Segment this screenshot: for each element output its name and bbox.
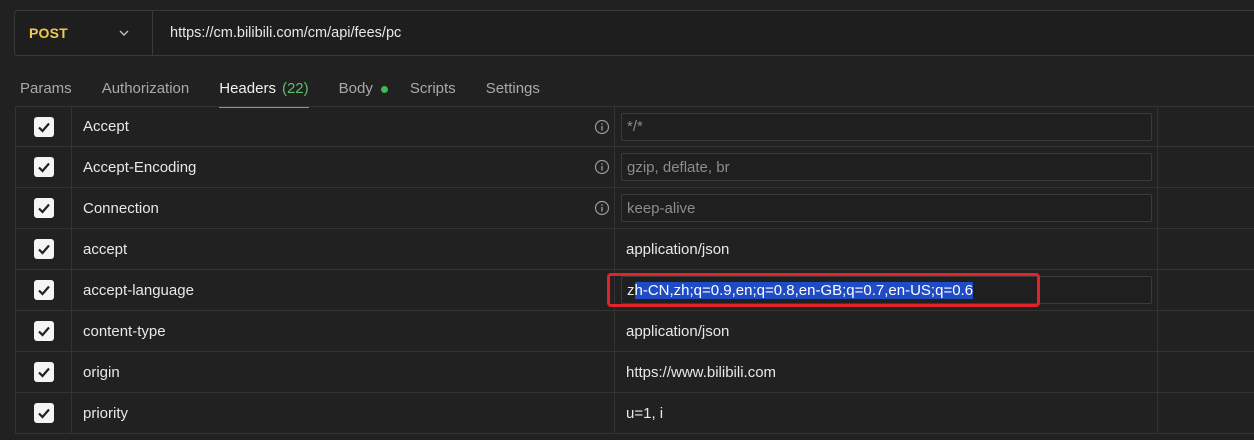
checkbox-cell: [15, 352, 72, 392]
info-icon[interactable]: [594, 159, 610, 175]
enabled-checkbox[interactable]: [33, 239, 54, 259]
table-row: Accept */*: [15, 107, 1254, 147]
description-cell[interactable]: [1158, 393, 1254, 433]
tab-headers[interactable]: Headers (22): [219, 66, 310, 110]
body-status-dot-icon: [380, 86, 388, 93]
header-value-cell[interactable]: keep-alive: [615, 188, 1158, 228]
check-icon: [37, 285, 50, 296]
tab-label: Scripts: [409, 80, 456, 97]
header-value-cell[interactable]: gzip, deflate, br: [615, 147, 1158, 187]
table-row: priority u=1, i: [15, 393, 1254, 434]
tab-label: Params: [20, 80, 72, 97]
header-value-input[interactable]: keep-alive: [621, 194, 1152, 222]
tab-body[interactable]: Body: [339, 66, 388, 110]
table-row: accept-language z h-CN,zh;q=0.9,en;q=0.8,…: [15, 270, 1254, 311]
header-key-cell[interactable]: content-type: [72, 311, 615, 351]
header-key-cell[interactable]: accept-language: [72, 270, 615, 310]
method-label: POST: [29, 25, 68, 41]
request-tabs: Params Authorization Headers (22) Body S…: [0, 66, 1254, 110]
description-cell[interactable]: [1158, 311, 1254, 351]
header-key: Connection: [83, 199, 159, 217]
header-value-cell[interactable]: application/json: [615, 311, 1158, 351]
description-cell[interactable]: [1158, 147, 1254, 187]
header-key-cell[interactable]: priority: [72, 393, 615, 433]
url-input[interactable]: https://cm.bilibili.com/cm/api/fees/pc: [153, 11, 1254, 55]
enabled-checkbox[interactable]: [33, 280, 54, 300]
tab-authorization[interactable]: Authorization: [102, 66, 190, 110]
check-icon: [37, 162, 50, 173]
table-row: accept application/json: [15, 229, 1254, 270]
table-row: origin https://www.bilibili.com: [15, 352, 1254, 393]
value-text-unselected: z: [627, 281, 635, 299]
table-row: content-type application/json: [15, 311, 1254, 352]
description-cell[interactable]: [1158, 352, 1254, 392]
check-icon: [37, 122, 50, 133]
enabled-checkbox[interactable]: [33, 198, 54, 218]
header-key: accept-language: [83, 281, 194, 299]
header-value-input[interactable]: gzip, deflate, br: [621, 153, 1152, 181]
headers-count-badge: (22): [281, 80, 309, 97]
tab-label: Settings: [485, 80, 540, 97]
description-cell[interactable]: [1158, 270, 1254, 310]
header-key: Accept-Encoding: [83, 158, 197, 176]
header-key: Accept: [83, 118, 129, 135]
checkbox-cell: [15, 107, 72, 146]
checkbox-cell: [15, 229, 72, 269]
check-icon: [37, 326, 50, 337]
header-key-cell[interactable]: Connection: [72, 188, 615, 228]
check-icon: [37, 244, 50, 255]
checkbox-cell: [15, 311, 72, 351]
value-text-selection: h-CN,zh;q=0.9,en;q=0.8,en-GB;q=0.7,en-US…: [634, 281, 974, 299]
tab-scripts[interactable]: Scripts: [410, 66, 456, 110]
header-key: priority: [83, 404, 129, 422]
header-value-input[interactable]: z h-CN,zh;q=0.9,en;q=0.8,en-GB;q=0.7,en-U…: [621, 276, 1152, 304]
header-value-input[interactable]: */*: [621, 112, 1152, 141]
header-key-cell[interactable]: origin: [72, 352, 615, 392]
enabled-checkbox[interactable]: [33, 157, 54, 177]
description-cell[interactable]: [1158, 107, 1254, 146]
check-icon: [37, 408, 50, 419]
header-value-cell[interactable]: https://www.bilibili.com: [615, 352, 1158, 392]
description-cell[interactable]: [1158, 229, 1254, 269]
header-key: content-type: [83, 322, 166, 340]
header-key-cell[interactable]: Accept-Encoding: [72, 147, 615, 187]
request-url-bar: POST https://cm.bilibili.com/cm/api/fees…: [14, 10, 1254, 56]
header-value-cell[interactable]: u=1, i: [615, 393, 1158, 433]
checkbox-cell: [15, 393, 72, 433]
checkbox-cell: [15, 270, 72, 310]
chevron-down-icon: [118, 27, 130, 39]
header-value-input[interactable]: u=1, i: [621, 399, 1152, 427]
tab-label: Body: [338, 80, 373, 97]
description-cell[interactable]: [1158, 188, 1254, 228]
header-key: origin: [83, 363, 120, 381]
header-value-input[interactable]: application/json: [621, 317, 1152, 345]
table-row: Connection keep-alive: [15, 188, 1254, 229]
header-value-cell[interactable]: z h-CN,zh;q=0.9,en;q=0.8,en-GB;q=0.7,en-U…: [607, 270, 1158, 310]
enabled-checkbox[interactable]: [33, 362, 54, 382]
header-key-cell[interactable]: Accept: [72, 107, 615, 146]
tab-params[interactable]: Params: [20, 66, 72, 110]
header-key: accept: [83, 240, 128, 258]
header-key-cell[interactable]: accept: [72, 229, 615, 269]
enabled-checkbox[interactable]: [33, 116, 54, 137]
tab-label: Headers: [219, 80, 276, 97]
tab-settings[interactable]: Settings: [486, 66, 540, 110]
table-row: Accept-Encoding gzip, deflate, br: [15, 147, 1254, 188]
tab-label: Authorization: [101, 80, 190, 97]
info-icon[interactable]: [594, 200, 610, 216]
method-selector[interactable]: POST: [15, 11, 153, 55]
header-value-input[interactable]: application/json: [621, 235, 1152, 263]
header-value-cell[interactable]: application/json: [615, 229, 1158, 269]
checkbox-cell: [15, 188, 72, 228]
check-icon: [37, 203, 50, 214]
info-icon[interactable]: [594, 119, 610, 135]
enabled-checkbox[interactable]: [33, 403, 54, 423]
headers-table: Accept */* Accept-Encoding gzip, deflate…: [15, 106, 1254, 440]
header-value-cell[interactable]: */*: [615, 107, 1158, 146]
checkbox-cell: [15, 147, 72, 187]
enabled-checkbox[interactable]: [33, 321, 54, 341]
check-icon: [37, 367, 50, 378]
header-value-input[interactable]: https://www.bilibili.com: [621, 358, 1152, 386]
